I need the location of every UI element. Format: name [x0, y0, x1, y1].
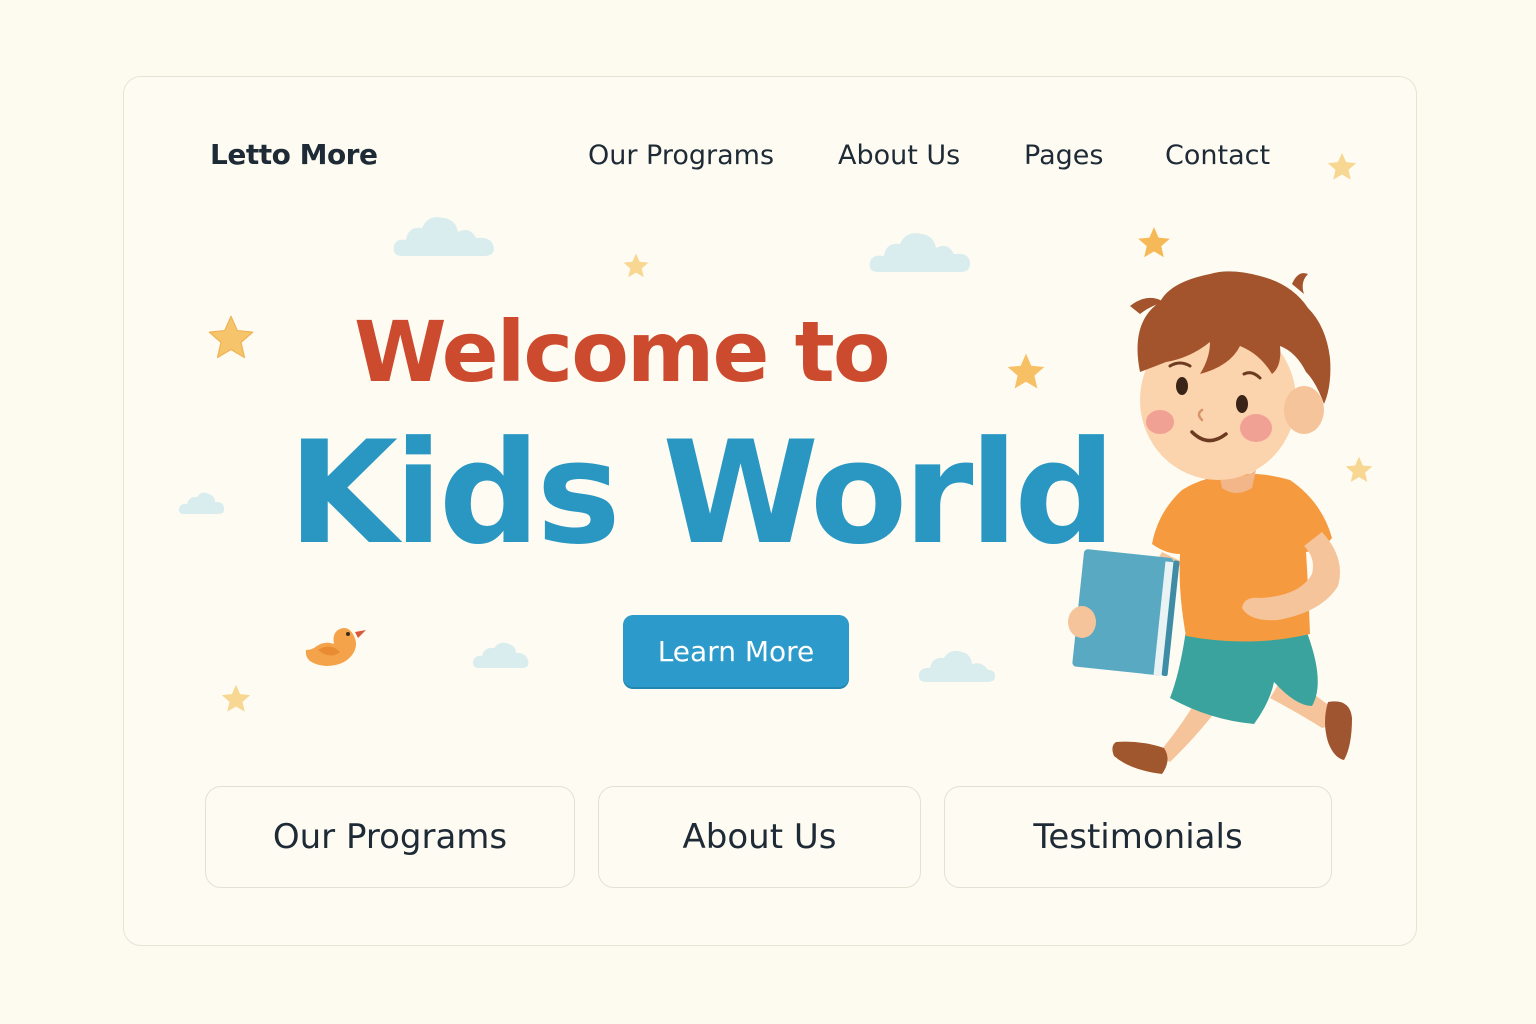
star-icon — [623, 253, 649, 278]
star-icon — [221, 684, 251, 712]
boy-illustration — [1068, 271, 1352, 774]
cloud-icon — [178, 492, 225, 514]
tile-our-programs[interactable]: Our Programs — [205, 786, 575, 888]
star-icon — [1007, 353, 1045, 389]
headline-kids-world: Kids World — [288, 411, 1116, 576]
nav-our-programs[interactable]: Our Programs — [588, 140, 774, 171]
tile-label: Our Programs — [272, 817, 508, 857]
star-icon — [1327, 152, 1357, 180]
cloud-icon — [393, 217, 494, 256]
star-icon — [1138, 227, 1170, 258]
landing-page: Letto More Our Programs About Us Pages C… — [0, 0, 1536, 1024]
learn-more-button[interactable]: Learn More — [623, 615, 849, 687]
nav-pages[interactable]: Pages — [1024, 140, 1103, 171]
bird-icon — [305, 628, 366, 666]
nav-contact[interactable]: Contact — [1165, 140, 1270, 171]
tile-label: About Us — [682, 817, 837, 857]
cloud-icon — [918, 650, 996, 682]
tile-about-us[interactable]: About Us — [598, 786, 921, 888]
cloud-icon — [869, 233, 970, 272]
brand-logo[interactable]: Letto More — [210, 138, 378, 171]
headline-welcome: Welcome to — [354, 303, 891, 401]
nav-about-us[interactable]: About Us — [838, 140, 960, 171]
tile-label: Testimonials — [1033, 817, 1243, 857]
cloud-icon — [472, 642, 529, 668]
tile-testimonials[interactable]: Testimonials — [944, 786, 1332, 888]
star-icon — [208, 315, 254, 359]
